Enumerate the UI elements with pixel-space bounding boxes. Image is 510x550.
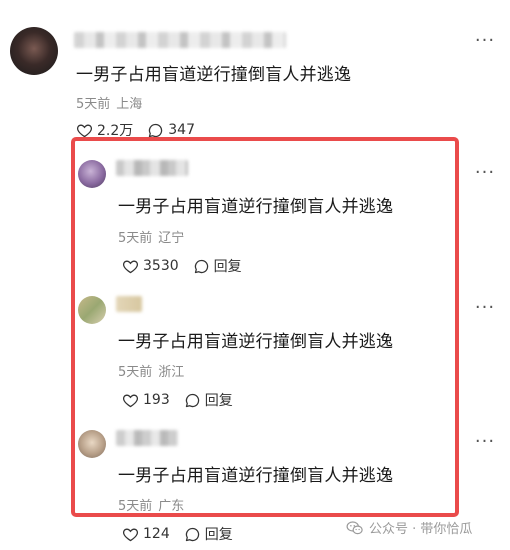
heart-icon: [77, 124, 92, 137]
username-blurred[interactable]: [116, 160, 188, 176]
avatar[interactable]: [78, 430, 106, 458]
comment-text: 一男子占用盲道逆行撞倒盲人并逃逸: [76, 65, 352, 85]
avatar[interactable]: [10, 27, 58, 75]
username-blurred[interactable]: [116, 296, 142, 312]
comment-location: 上海: [116, 97, 143, 112]
reply-actions: 124 回复: [122, 524, 233, 544]
reply-time: 5天前: [118, 499, 153, 514]
reply-location: 辽宁: [158, 231, 185, 246]
heart-icon: [123, 260, 138, 273]
more-options-icon[interactable]: ···: [474, 433, 496, 451]
reply-label: 回复: [204, 393, 233, 409]
reply-location: 浙江: [158, 365, 185, 380]
more-options-icon[interactable]: ···: [474, 164, 496, 182]
watermark-text: 公众号 · 带你恰瓜: [369, 522, 473, 537]
username-blurred[interactable]: [116, 430, 178, 446]
reply-actions: 3530 回复: [122, 256, 242, 276]
like-button[interactable]: 3530: [122, 258, 179, 275]
reply-time: 5天前: [118, 365, 153, 380]
like-button[interactable]: 193: [122, 392, 170, 409]
avatar[interactable]: [78, 160, 106, 188]
reply-button[interactable]: 回复: [193, 256, 242, 276]
comment-icon: [149, 123, 163, 137]
comment-icon: [185, 527, 199, 541]
reply-meta: 5天前 浙江: [118, 361, 184, 380]
reply-meta: 5天前 广东: [118, 495, 184, 514]
reply-text: 一男子占用盲道逆行撞倒盲人并逃逸: [118, 197, 394, 217]
like-button[interactable]: 124: [122, 526, 170, 543]
reply-button[interactable]: 回复: [184, 390, 233, 410]
watermark: 公众号 · 带你恰瓜: [346, 518, 472, 537]
reply-button[interactable]: 回复: [184, 524, 233, 544]
more-options-icon[interactable]: ···: [474, 32, 496, 50]
heart-icon: [123, 394, 138, 407]
reply-location: 广东: [158, 499, 185, 514]
reply-count: 347: [168, 122, 195, 138]
reply-text: 一男子占用盲道逆行撞倒盲人并逃逸: [118, 332, 394, 352]
reply-meta: 5天前 辽宁: [118, 227, 184, 246]
reply-label: 回复: [204, 527, 233, 543]
like-count: 124: [143, 526, 170, 542]
reply-text: 一男子占用盲道逆行撞倒盲人并逃逸: [118, 466, 394, 486]
like-count: 3530: [143, 258, 179, 274]
comment-meta: 5天前 上海: [76, 93, 142, 112]
reply-button[interactable]: 347: [147, 122, 195, 139]
reply-label: 回复: [213, 259, 242, 275]
heart-icon: [123, 528, 138, 541]
like-count: 193: [143, 392, 170, 408]
reply-actions: 193 回复: [122, 390, 233, 410]
username-blurred[interactable]: [74, 32, 286, 48]
comment-time: 5天前: [76, 97, 111, 112]
comment-icon: [194, 259, 208, 273]
wechat-icon: [346, 520, 363, 534]
more-options-icon[interactable]: ···: [474, 299, 496, 317]
comment-icon: [185, 393, 199, 407]
reply-time: 5天前: [118, 231, 153, 246]
avatar[interactable]: [78, 296, 106, 324]
